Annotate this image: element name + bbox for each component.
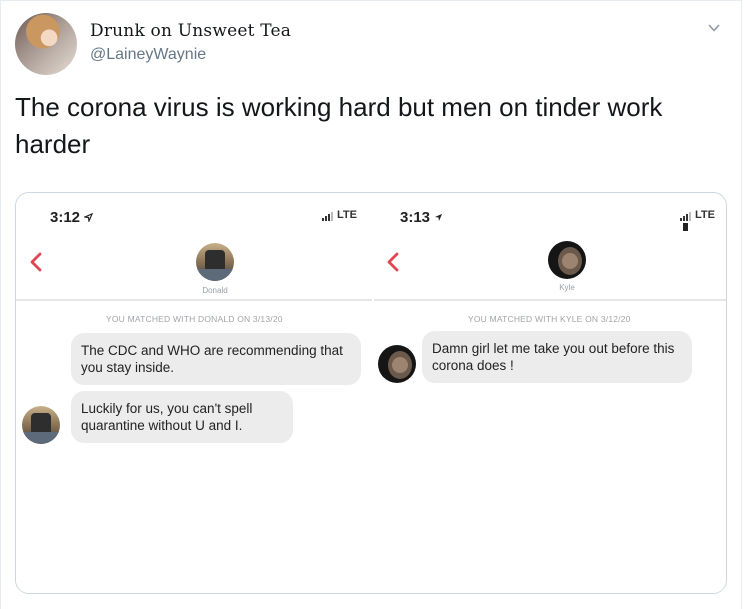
back-chevron-icon[interactable] <box>386 251 400 273</box>
author-avatar[interactable] <box>15 13 77 75</box>
author-display-name[interactable]: Drunk on Unsweet Tea <box>90 21 291 41</box>
match-name: Kyle <box>559 283 575 292</box>
chevron-down-icon[interactable] <box>707 21 721 35</box>
battery-icon <box>683 223 688 231</box>
header-divider <box>16 299 372 301</box>
location-arrow-icon <box>435 213 443 222</box>
match-avatar-donald[interactable] <box>196 243 234 281</box>
match-name: Donald <box>202 286 228 295</box>
tweet-media[interactable]: 3:12 LTE Donald YOU MATCHED WITH DONALD … <box>15 192 727 594</box>
matched-date-line: YOU MATCHED WITH DONALD ON 3/13/20 <box>106 314 283 324</box>
match-avatar-kyle[interactable] <box>548 241 586 279</box>
status-network: LTE <box>322 209 357 221</box>
tweet-card: Drunk on Unsweet Tea @LaineyWaynie The c… <box>0 0 742 609</box>
matched-date-line: YOU MATCHED WITH KYLE ON 3/12/20 <box>468 314 631 324</box>
location-arrow-icon <box>82 212 94 224</box>
back-chevron-icon[interactable] <box>29 251 43 273</box>
header-divider <box>374 299 726 301</box>
screenshot-right: 3:13 LTE Kyle YOU MATCHED WITH KYLE ON 3… <box>374 193 726 593</box>
cellular-signal-icon <box>322 209 334 221</box>
chat-avatar-kyle[interactable] <box>378 345 416 383</box>
author-handle[interactable]: @LaineyWaynie <box>90 46 206 64</box>
message-bubble: The CDC and WHO are recommending that yo… <box>71 333 361 385</box>
status-network: LTE <box>680 209 726 233</box>
chat-avatar-donald[interactable] <box>22 406 60 444</box>
status-time: 3:12 <box>50 209 94 226</box>
screenshot-left: 3:12 LTE Donald YOU MATCHED WITH DONALD … <box>16 193 372 593</box>
message-bubble: Luckily for us, you can't spell quaranti… <box>71 391 293 443</box>
cellular-signal-icon <box>680 209 692 221</box>
status-time: 3:13 <box>400 209 443 226</box>
message-bubble: Damn girl let me take you out before thi… <box>422 331 692 383</box>
tweet-text: The corona virus is working hard but men… <box>15 92 663 159</box>
